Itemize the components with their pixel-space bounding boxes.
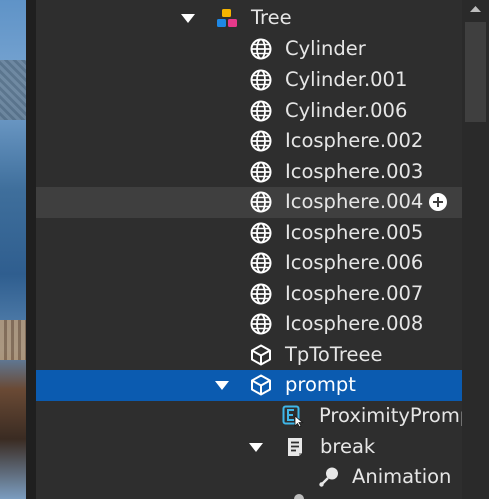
globe-mesh-icon: [250, 100, 272, 122]
globe-mesh-icon: [250, 191, 272, 213]
tree-row-icosphere-006[interactable]: Icosphere.006: [36, 248, 462, 279]
tree-row-animation[interactable]: Animation: [36, 462, 462, 493]
globe-mesh-icon: [250, 38, 272, 60]
tree-row-label: ProximityPromp: [319, 404, 462, 427]
viewport-dock: [0, 320, 26, 360]
panel-divider[interactable]: [26, 0, 36, 499]
proximity-prompt-icon: [282, 405, 304, 427]
part-cube-icon: [251, 344, 271, 366]
script-icon: [288, 438, 302, 456]
tree-row-icosphere-003[interactable]: Icosphere.003: [36, 157, 462, 188]
scroll-thumb[interactable]: [465, 22, 486, 122]
animation-icon: [319, 467, 338, 487]
explorer-panel: Tree Cylinder Cylinder.001 Cylinder.006 …: [36, 0, 462, 499]
expand-arrow-icon[interactable]: [249, 443, 263, 452]
tree-row-icosphere-005[interactable]: Icosphere.005: [36, 218, 462, 249]
tree-row-label: Cylinder.006: [285, 99, 408, 122]
globe-mesh-icon: [250, 69, 272, 91]
globe-mesh-icon: [250, 252, 272, 274]
part-cube-icon: [251, 374, 271, 396]
tree-row-label: Icosphere.002: [285, 129, 424, 152]
tree-row-icosphere-008[interactable]: Icosphere.008: [36, 309, 462, 340]
globe-mesh-icon: [250, 222, 272, 244]
tree-row-label: Cylinder: [285, 37, 366, 60]
viewport-scenery: [0, 60, 26, 120]
tree-row-label: Icosphere.004: [285, 190, 424, 213]
tree-row-prompt[interactable]: prompt: [36, 370, 462, 401]
tree-row-label: prompt: [285, 373, 356, 396]
tree-row-label: TpToTreee: [285, 343, 383, 366]
tree-row-icosphere-007[interactable]: Icosphere.007: [36, 279, 462, 310]
tree-row-label: Tree: [251, 6, 292, 29]
tree-row-icosphere-002[interactable]: Icosphere.002: [36, 126, 462, 157]
add-child-plus-icon[interactable]: [429, 193, 447, 211]
vertical-scrollbar[interactable]: [462, 0, 489, 499]
tree-row-label: Icosphere.003: [285, 160, 424, 183]
globe-mesh-icon: [250, 283, 272, 305]
tree-row-label: Icosphere.006: [285, 251, 424, 274]
globe-mesh-icon: [250, 130, 272, 152]
tree-row-label: Icosphere.007: [285, 282, 424, 305]
tree-row-cylinder-006[interactable]: Cylinder.006: [36, 96, 462, 127]
tree-row-label: break: [320, 435, 376, 458]
tree-row-proximityprompt[interactable]: ProximityPromp: [36, 401, 462, 432]
expand-arrow-icon[interactable]: [215, 381, 229, 390]
tree-row-cylinder-001[interactable]: Cylinder.001: [36, 65, 462, 96]
tree-row-tptotreee[interactable]: TpToTreee: [36, 340, 462, 371]
3d-viewport[interactable]: [0, 0, 26, 499]
tree-row-label: Icosphere.005: [285, 221, 424, 244]
tree-row-tree[interactable]: Tree: [36, 3, 462, 34]
tree-row-cylinder[interactable]: Cylinder: [36, 34, 462, 65]
globe-mesh-icon: [250, 313, 272, 335]
scroll-up-button[interactable]: [462, 0, 489, 20]
model-icon: [217, 9, 237, 27]
tree-row-break[interactable]: break: [36, 432, 462, 463]
globe-mesh-icon: [250, 161, 272, 183]
expand-arrow-icon[interactable]: [181, 14, 195, 23]
tree-row-icosphere-004[interactable]: Icosphere.004: [36, 187, 462, 218]
scroll-up-arrow-icon: [470, 6, 481, 12]
tree-row-label: Icosphere.008: [285, 312, 424, 335]
tree-row-label: Animation: [352, 465, 452, 488]
tree-row-label: Cylinder.001: [285, 68, 408, 91]
next-row-icon: [294, 494, 304, 499]
